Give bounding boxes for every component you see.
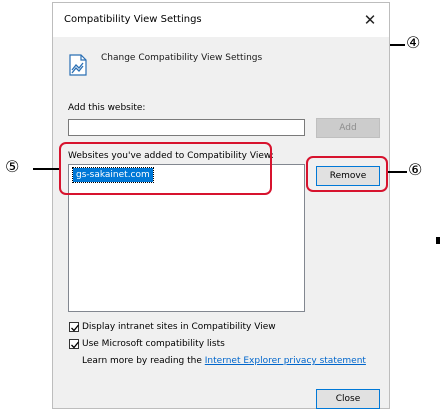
dialog-body: Change Compatibility View Settings Add t… (53, 37, 389, 409)
leader-line-6 (388, 171, 407, 173)
add-website-label: Add this website: (68, 103, 146, 113)
ms-lists-checkbox[interactable] (69, 339, 80, 349)
dialog-title: Compatibility View Settings (64, 14, 202, 25)
highlight-websites-list (59, 142, 272, 195)
compat-view-icon (67, 53, 89, 77)
header-text: Change Compatibility View Settings (101, 53, 263, 63)
close-icon[interactable]: ✕ (357, 7, 383, 33)
callout-4: ④ (406, 33, 421, 52)
callout-5: ⑤ (5, 157, 20, 176)
learn-more-prefix: Learn more by reading the (82, 356, 205, 366)
learn-more-text: Learn more by reading the Internet Explo… (82, 356, 366, 366)
add-button[interactable]: Add (316, 118, 380, 138)
intranet-checkbox-label: Display intranet sites in Compatibility … (82, 322, 276, 332)
highlight-remove-button (306, 156, 388, 192)
intranet-checkbox[interactable] (69, 322, 80, 332)
ms-lists-checkbox-label: Use Microsoft compatibility lists (82, 339, 225, 349)
leader-line-4 (390, 44, 405, 46)
edge-mark (436, 237, 440, 244)
callout-6: ⑥ (408, 160, 423, 179)
compat-view-dialog: Compatibility View Settings ✕ Change Com… (52, 2, 390, 409)
add-website-input[interactable] (68, 119, 305, 136)
title-bar: Compatibility View Settings ✕ (53, 3, 389, 37)
leader-line-5 (33, 168, 59, 170)
close-button[interactable]: Close (316, 389, 380, 409)
privacy-statement-link[interactable]: Internet Explorer privacy statement (205, 356, 366, 366)
